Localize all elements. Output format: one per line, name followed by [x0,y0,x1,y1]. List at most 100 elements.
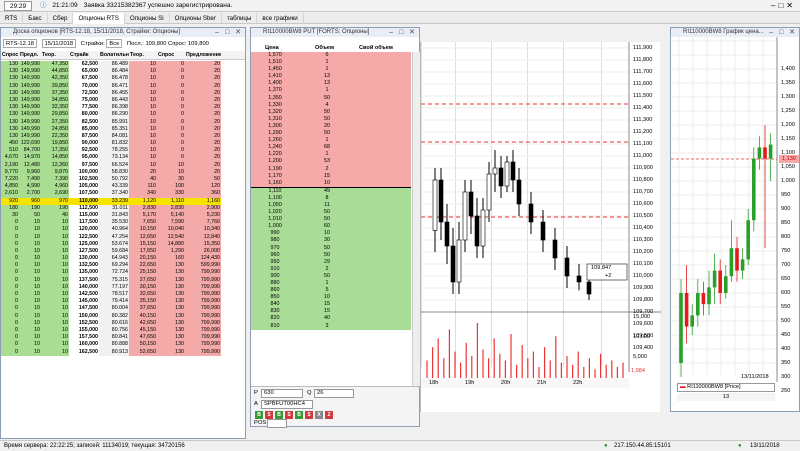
tab-1[interactable]: Бакс [23,13,48,24]
book-scrollbar[interactable] [412,52,420,386]
desk-row[interactable]: 130 149,990 42,350 67,500 86.478 10 0 20 [1,75,245,83]
candlestick-chart[interactable] [421,42,661,412]
desk-header-col[interactable]: Волатильность [99,51,129,60]
window-controls[interactable]: – □ ✕ [389,28,417,37]
order-button[interactable]: X [315,411,323,419]
tab-6[interactable]: таблицы [222,13,258,24]
underlying-select[interactable]: RTS-12.18 [3,39,37,48]
desk-row[interactable]: 450 122,690 19,850 90,000 81.832 10 0 20 [1,140,245,148]
desk-row[interactable]: 0 10 10 157,500 80.841 47,650 130 799,990 [1,334,245,342]
buy-level[interactable]: 1,000 60 [251,223,411,231]
buy-level[interactable]: 850 10 [251,294,411,302]
desk-row[interactable]: 130 149,990 22,350 87,500 84.081 10 0 20 [1,132,245,141]
sell-level[interactable]: 1,170 15 [251,172,411,180]
buy-level[interactable]: 910 2 [251,265,411,273]
window-controls[interactable]: –□✕ [771,0,796,12]
sell-level[interactable]: 1,330 4 [251,101,411,109]
tab-4[interactable]: Опционы Si [125,13,170,24]
buy-level[interactable]: 990 10 [251,230,411,238]
buy-level[interactable]: 840 15 [251,301,411,309]
order-button[interactable]: B [255,411,263,419]
sell-level[interactable]: 1,410 13 [251,73,411,81]
sell-level[interactable]: 1,260 1 [251,137,411,145]
buy-level[interactable]: 960 50 [251,251,411,259]
sell-level[interactable]: 1,310 50 [251,115,411,123]
buy-level[interactable]: 1,110 49 [251,187,411,195]
desk-row[interactable]: 0 10 10 117,500 35.530 7,650 7,590 7,760 [1,219,245,227]
desk-row[interactable]: 510 84,700 17,350 92,500 78.255 10 0 20 [1,147,245,155]
buy-level[interactable]: 860 5 [251,287,411,295]
buy-level[interactable]: 970 50 [251,244,411,252]
desk-header-col[interactable]: Теор. цена [129,51,157,60]
pos-input[interactable] [267,419,287,428]
sell-level[interactable]: 1,370 1 [251,87,411,95]
desk-header-col[interactable]: Страйк [69,51,99,60]
desk-row[interactable]: 0 10 10 137,500 75.315 27,650 130 799,990 [1,276,245,284]
desk-row[interactable]: 7,220 7,490 7,390 102,500 50.792 40 30 50 [1,176,245,184]
desk-row[interactable]: 0 10 10 152,500 80.616 42,650 130 799,990 [1,319,245,327]
buy-level[interactable]: 1,010 50 [251,216,411,224]
price-input[interactable]: 630 [261,389,303,398]
desk-row[interactable]: 0 10 10 150,000 80.382 40,150 130 799,990 [1,312,245,320]
buy-level[interactable]: 1,020 50 [251,209,411,217]
tab-0[interactable]: RTS [0,13,24,24]
desk-row[interactable]: 0 10 10 155,000 80.756 45,150 130 799,990 [1,326,245,335]
desk-row[interactable]: 0 10 10 122,500 47.254 12,650 12,540 12,840 [1,233,245,241]
tab-5[interactable]: Опционы Sber [170,13,222,24]
sell-level[interactable]: 1,350 50 [251,94,411,102]
order-button[interactable]: B [295,411,303,419]
expiry-select[interactable]: 15/11/2018 [41,39,77,48]
desk-row[interactable]: 4,670 14,970 14,850 95,000 73.134 10 0 20 [1,154,245,162]
buy-level[interactable]: 980 30 [251,237,411,245]
option-candlestick-chart[interactable] [671,37,799,412]
desk-row[interactable]: 0 10 10 130,000 64.943 20,150 160 124,430 [1,255,245,263]
sell-level[interactable]: 1,160 10 [251,179,411,187]
desk-header-col[interactable]: Спрос [1,51,19,60]
desk-row[interactable]: 0 10 10 162,500 80.913 52,650 130 799,990 [1,348,245,356]
sell-level[interactable]: 1,400 13 [251,80,411,88]
desk-row[interactable]: 4,850 4,990 4,960 105,000 43.339 110 100 120 [1,183,245,191]
col-price-header[interactable]: Цена [265,44,279,52]
desk-row[interactable]: 130 149,990 34,850 75,000 86.443 10 0 20 [1,96,245,105]
tab-2[interactable]: Сбер [48,13,74,24]
sell-level[interactable]: 1,300 20 [251,122,411,131]
order-button[interactable]: Z [325,411,333,419]
buy-level[interactable]: 820 40 [251,315,411,323]
desk-row[interactable]: 2,610 2,700 2,690 107,500 37.340 340 330 360 [1,190,245,198]
desk-row[interactable]: 0 10 10 140,000 77.197 30,150 130 799,990 [1,283,245,291]
desk-header-col[interactable]: Спрос [157,51,185,60]
desk-row[interactable]: 0 10 10 160,000 80.888 50,150 130 799,990 [1,341,245,349]
desk-row[interactable]: 30 50 40 115,000 31.843 5,170 5,140 5,230 [1,211,245,220]
buy-level[interactable]: 950 29 [251,258,411,266]
sell-level[interactable]: 1,570 6 [251,52,411,60]
desk-header-col[interactable]: Предл. [19,51,41,60]
desk-header-col[interactable]: Теор. цена [41,51,69,60]
desk-row[interactable]: 130 149,990 44,850 65,000 86.484 10 0 20 [1,68,245,76]
tab-3[interactable]: Опционы RTS [73,13,125,24]
buy-level[interactable]: 880 1 [251,280,411,288]
buy-level[interactable]: 1,050 11 [251,201,411,210]
desk-row[interactable]: 2,190 12,480 12,360 97,500 66.524 10 10 20 [1,161,245,169]
strikes-select[interactable]: Все [106,39,123,48]
buy-level[interactable]: 1,100 8 [251,194,411,202]
col-volume-header[interactable]: Объем [315,44,334,52]
desk-row[interactable]: 0 10 10 125,000 53.674 15,150 14,880 15,350 [1,240,245,248]
desk-row[interactable]: 0 10 10 142,500 78.517 32,650 130 799,990 [1,291,245,299]
price-chart[interactable]: 111,900 111,800 111,700 111,600 111,500 111,4… [420,42,661,412]
chart-legend[interactable]: ▬ RI110000BW8 [Price] [677,383,775,392]
desk-row[interactable]: 130 149,990 39,850 70,000 86.471 10 0 20 [1,82,245,90]
sell-level[interactable]: 1,510 1 [251,59,411,67]
order-button[interactable]: S [265,411,273,419]
col-own-volume-header[interactable]: Свой объем [359,44,393,52]
close-icon[interactable]: ✕ [786,1,796,10]
sell-level[interactable]: 1,200 53 [251,158,411,166]
desk-row[interactable]: 9,770 9,960 9,870 100,000 58.830 20 10 20 [1,168,245,176]
desk-row[interactable]: 130 149,990 27,350 82,500 85.991 10 0 20 [1,118,245,126]
window-title[interactable]: Доска опционов [RTS-12.18, 15/11/2018, С… [1,28,245,37]
order-button[interactable]: B [275,411,283,419]
qty-input[interactable]: 26 [314,389,354,398]
desk-row[interactable]: 0 10 10 120,000 40.964 10,150 10,040 10,340 [1,226,245,234]
sell-level[interactable]: 1,320 50 [251,108,411,116]
order-button[interactable]: S [305,411,313,419]
desk-row[interactable]: 130 149,990 47,350 62,500 86.489 10 0 20 [1,61,245,69]
